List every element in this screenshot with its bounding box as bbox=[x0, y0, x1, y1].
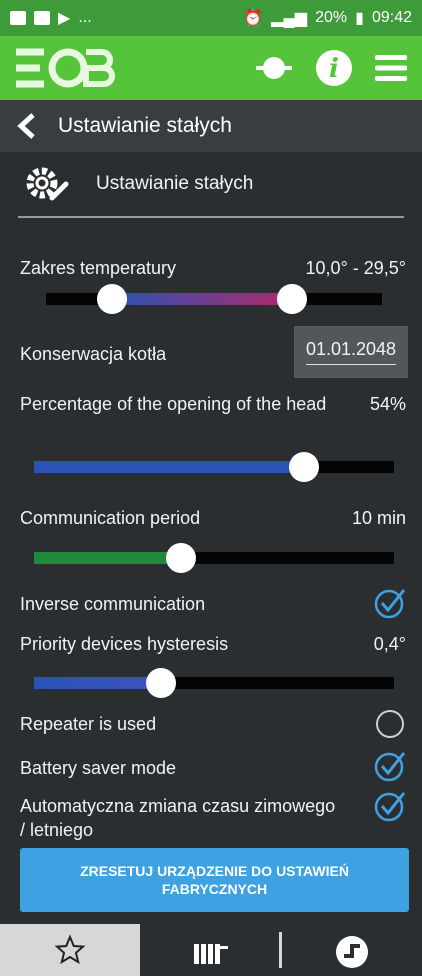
section-header: Ustawianie stałych bbox=[18, 152, 404, 218]
auto-time-row: Automatyczna zmiana czasu zimowego / let… bbox=[20, 794, 406, 842]
nav-radiators[interactable] bbox=[140, 924, 280, 976]
comm-period-row: Communication period 10 min bbox=[20, 506, 406, 530]
hysteresis-fill bbox=[34, 677, 161, 689]
message-icon bbox=[34, 11, 50, 25]
app-logo bbox=[16, 48, 115, 88]
head-opening-thumb[interactable] bbox=[289, 452, 319, 482]
battery-saver-checkbox[interactable] bbox=[374, 750, 406, 782]
head-opening-slider[interactable] bbox=[34, 452, 394, 482]
battery-icon: ▮ bbox=[355, 10, 364, 27]
play-icon: ▶ bbox=[58, 10, 71, 27]
head-opening-label: Percentage of the opening of the head bbox=[20, 394, 327, 414]
temp-range-label: Zakres temperatury bbox=[20, 258, 177, 278]
page-title: Ustawianie stałych bbox=[58, 114, 232, 137]
status-ellipsis: ... bbox=[78, 9, 92, 26]
repeater-checkbox[interactable] bbox=[374, 708, 406, 740]
settings-gear-wrench-icon bbox=[26, 167, 69, 201]
temp-min-thumb[interactable] bbox=[97, 284, 127, 314]
radiator-icon bbox=[193, 944, 228, 964]
temp-range-fill bbox=[112, 293, 292, 305]
info-icon[interactable]: i bbox=[314, 48, 354, 88]
menu-icon[interactable] bbox=[374, 51, 408, 85]
battery-saver-label: Battery saver mode bbox=[20, 758, 177, 778]
temp-range-row: Zakres temperatury 10,0° - 29,5° bbox=[20, 256, 406, 280]
comm-period-thumb[interactable] bbox=[166, 543, 196, 573]
clock: 09:42 bbox=[371, 9, 412, 26]
boiler-date-value: 01.01.2048 bbox=[305, 339, 397, 365]
battery-saver-row: Battery saver mode bbox=[20, 756, 406, 780]
back-arrow-icon[interactable] bbox=[14, 113, 40, 139]
comm-period-value: 10 min bbox=[351, 508, 406, 528]
hysteresis-row: Priority devices hysteresis 0,4° bbox=[20, 632, 406, 656]
battery-percent: 20% bbox=[315, 9, 348, 26]
gauge-icon bbox=[336, 936, 369, 968]
factory-reset-button[interactable]: ZRESETUJ URZĄDZENIE DO USTAWIEŃ FABRYCZN… bbox=[20, 848, 409, 912]
star-icon bbox=[54, 934, 86, 965]
app-bar: i bbox=[0, 36, 422, 100]
comm-period-label: Communication period bbox=[20, 508, 201, 528]
auto-time-label: Automatyczna zmiana czasu zimowego / let… bbox=[20, 796, 336, 840]
section-title: Ustawianie stałych bbox=[96, 173, 254, 194]
boiler-date-field[interactable]: 01.01.2048 bbox=[294, 326, 408, 378]
signal-icon: ▂▄▆ bbox=[271, 10, 308, 27]
hysteresis-label: Priority devices hysteresis bbox=[20, 634, 229, 654]
nav-favorites[interactable] bbox=[0, 924, 140, 976]
connection-icon[interactable] bbox=[254, 48, 294, 88]
inverse-comm-label: Inverse communication bbox=[20, 594, 206, 614]
temp-range-slider[interactable] bbox=[46, 284, 382, 314]
hysteresis-thumb[interactable] bbox=[146, 668, 176, 698]
bottom-nav bbox=[0, 924, 422, 976]
temp-range-value: 10,0° - 29,5° bbox=[305, 258, 406, 278]
head-opening-value: 54% bbox=[369, 394, 406, 414]
comm-period-fill bbox=[34, 552, 181, 564]
head-opening-fill bbox=[34, 461, 304, 473]
inverse-comm-checkbox[interactable] bbox=[374, 587, 406, 619]
comm-period-slider[interactable] bbox=[34, 543, 394, 573]
gallery-icon bbox=[10, 11, 26, 25]
alarm-icon: ⏰ bbox=[243, 10, 264, 27]
inverse-comm-row: Inverse communication bbox=[20, 592, 406, 616]
factory-reset-label: ZRESETUJ URZĄDZENIE DO USTAWIEŃ FABRYCZN… bbox=[80, 863, 349, 897]
head-opening-row: Percentage of the opening of the head 54… bbox=[20, 392, 406, 416]
svg-text:i: i bbox=[329, 54, 339, 84]
hysteresis-value: 0,4° bbox=[373, 634, 406, 654]
repeater-label: Repeater is used bbox=[20, 714, 157, 734]
status-bar: ▶ ... ⏰ ▂▄▆ 20% ▮ 09:42 bbox=[0, 0, 422, 36]
repeater-row: Repeater is used bbox=[20, 712, 406, 736]
boiler-maintenance-label: Konserwacja kotła bbox=[20, 344, 167, 364]
hysteresis-slider[interactable] bbox=[34, 668, 394, 698]
temp-max-thumb[interactable] bbox=[277, 284, 307, 314]
auto-time-checkbox[interactable] bbox=[374, 790, 406, 822]
page-header: Ustawianie stałych bbox=[0, 100, 422, 152]
nav-gauge[interactable] bbox=[282, 924, 422, 976]
